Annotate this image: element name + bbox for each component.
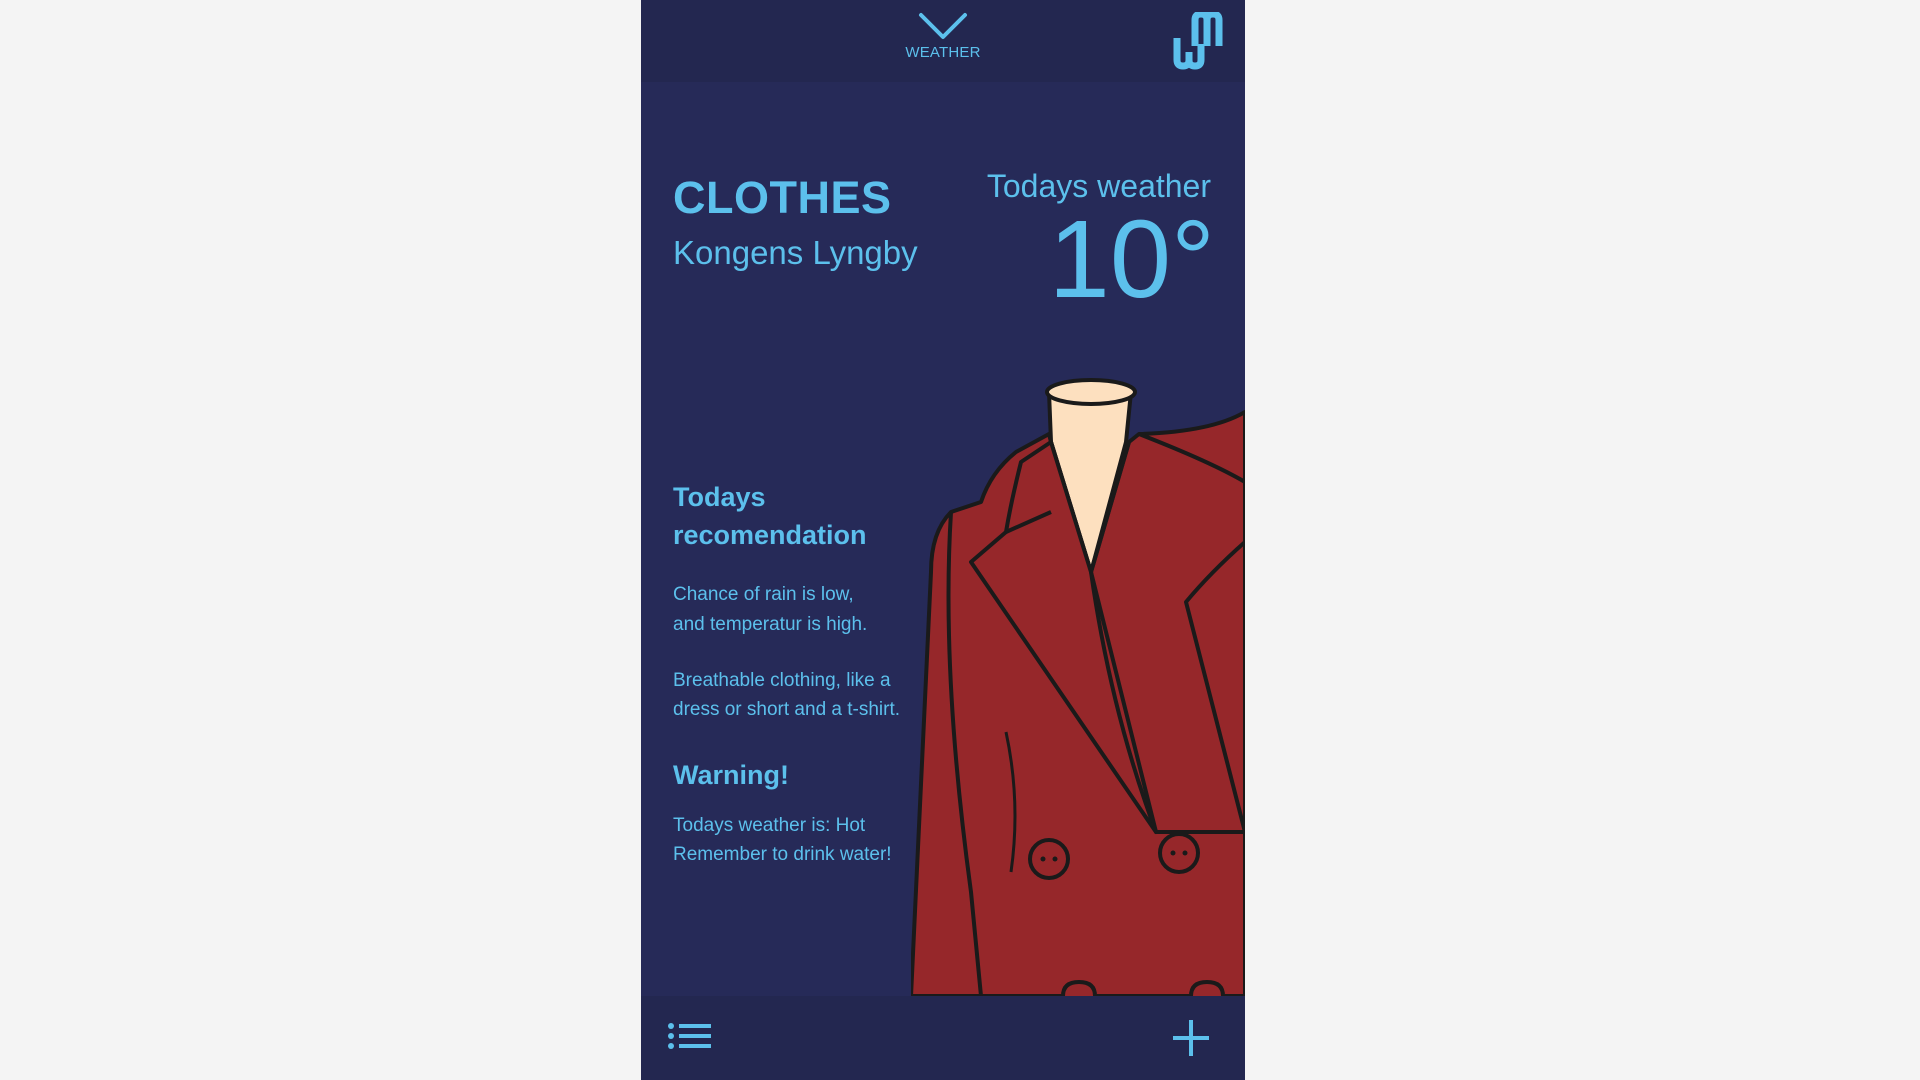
warning-title: Warning! — [673, 760, 789, 790]
top-bar: WEATHER — [641, 0, 1245, 82]
bottom-bar — [641, 996, 1245, 1080]
chevron-down-icon — [919, 13, 967, 39]
add-button[interactable] — [1169, 1016, 1213, 1060]
recommendation-text-line: and temperatur is high. — [673, 614, 868, 635]
recommendation-title: Todays recomendation — [673, 482, 867, 550]
weather-collapse-button[interactable]: WEATHER — [903, 8, 983, 68]
list-menu-icon — [668, 1023, 711, 1049]
location-label: Kongens Lyngby — [673, 234, 918, 271]
app-screen: WEATHER CLOTHES Kongens Lyngby Todays we… — [641, 0, 1245, 1080]
recommendation-text-line: dress or short and a t-shirt. — [673, 699, 901, 720]
page-title: CLOTHES — [673, 172, 892, 223]
recommendation-text-line: Chance of rain is low, — [673, 584, 854, 605]
recommendation-text-line: Breathable clothing, like a — [673, 670, 891, 691]
wm-logo-icon — [1173, 12, 1223, 70]
menu-button[interactable] — [667, 1018, 715, 1058]
warning-text-line: Remember to drink water! — [673, 844, 892, 865]
weather-collapse-label: WEATHER — [905, 44, 981, 61]
warning-text-line: Todays weather is: Hot — [673, 815, 866, 836]
coat-illustration — [911, 378, 1245, 996]
temperature-value: 10° — [1048, 198, 1215, 321]
plus-icon — [1173, 1020, 1209, 1056]
page-background: WEATHER CLOTHES Kongens Lyngby Todays we… — [0, 0, 1920, 1080]
